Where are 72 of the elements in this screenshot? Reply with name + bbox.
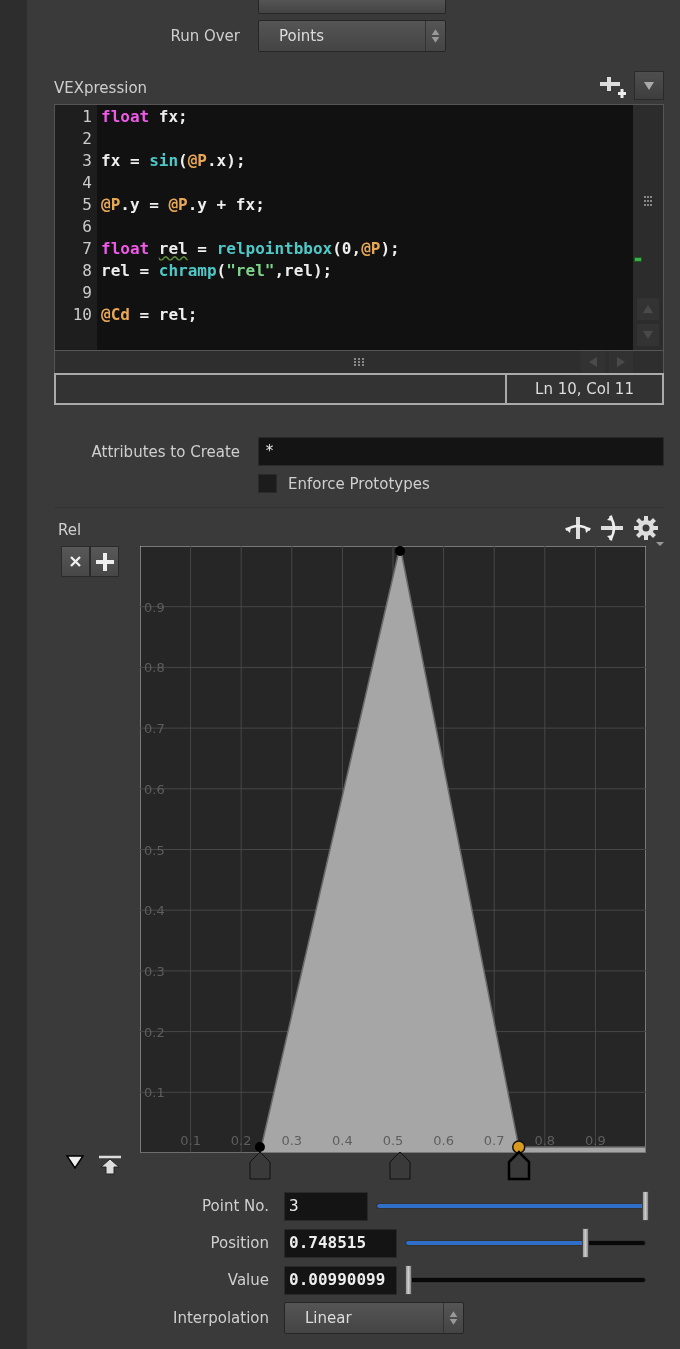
line-number: 7 [81,238,93,260]
cursor-position: Ln 10, Col 11 [505,375,662,403]
parameter-label: Run Over [169,27,240,45]
x-tick-label: 0.2 [230,1133,252,1148]
grip-icon [644,196,652,206]
control-point[interactable] [254,1142,265,1152]
x-tick-label: 0.9 [585,1133,606,1148]
dropdown[interactable]: Points [258,20,446,52]
flip-horizontal-icon[interactable] [564,514,592,542]
x-tick-label: 0.5 [382,1133,404,1148]
checkbox-label: Enforce Prototypes [288,474,430,493]
push-up-icon[interactable] [98,1155,122,1175]
grip-icon [354,358,364,366]
y-tick-label: 0.3 [144,963,165,979]
line-number: 1 [81,106,93,128]
y-tick-label: 0.5 [144,842,165,858]
triangle-down-icon[interactable] [66,1155,84,1169]
parameter-label: Value [226,1271,269,1289]
checkbox[interactable] [258,474,277,493]
x-tick-label: 0.7 [483,1133,505,1148]
parameter-label: Point No. [201,1197,269,1215]
code-line: @P.y = @P.y + fx; [101,194,266,216]
ramp-key-handle[interactable] [388,1150,413,1181]
section-label: VEXpression [54,79,148,97]
x-tick-label: 0.4 [332,1133,353,1148]
ramp-key-handle[interactable] [247,1150,272,1181]
number-field[interactable]: 0.00990099 [284,1265,397,1295]
field-label: Attributes to Create [90,442,240,461]
ramp-label: Rel [58,521,82,539]
code-editor[interactable]: 1 2 3 4 5 6 7 8 9 10 float fx; fx = sin(@P.x); @P.y = @P.y + fx; float rel = relpointbbox(0,@P); rel = chramp("rel",rel); @Cd = rel; [54,104,664,351]
ramp-key-handle[interactable] [506,1150,531,1181]
y-tick-label: 0.6 [144,781,165,797]
plus-icon [95,552,114,571]
line-number: 9 [81,282,93,304]
y-tick-label: 0.1 [144,1085,165,1101]
change-marker [634,257,642,262]
line-number: 5 [81,194,93,216]
parameter-label: Interpolation [172,1309,269,1327]
add-button[interactable] [90,546,119,577]
x-tick-label: 0.8 [534,1133,556,1148]
number-field[interactable]: 0.748515 [284,1228,397,1258]
input-field[interactable]: * [258,437,664,466]
code-line: rel = chramp("rel",rel); [101,260,334,282]
x-tick-label: 0.6 [433,1133,454,1148]
code-line: @Cd = rel; [101,304,199,326]
caret-icon [644,81,654,90]
flip-vertical-icon[interactable] [598,514,626,542]
line-number: 3 [81,150,93,172]
y-tick-label: 0.8 [144,660,165,676]
line-number: 2 [81,128,93,150]
code-line: float rel = relpointbbox(0,@P); [101,238,400,260]
close-icon [70,556,81,567]
x-tick-label: 0.1 [180,1133,201,1148]
code-line: fx = sin(@P.x); [101,150,247,172]
control-point[interactable] [395,546,406,556]
dropdown[interactable]: Linear [284,1302,464,1334]
line-number: 10 [71,304,93,326]
parameter-label: Position [209,1234,269,1252]
settings-icon[interactable] [632,514,664,546]
line-number: 8 [81,260,93,282]
x-tick-label: 0.3 [281,1133,303,1148]
menu-button[interactable] [634,71,664,100]
y-tick-label: 0.9 [144,599,165,615]
y-tick-label: 0.2 [144,1024,165,1040]
delete-button[interactable] [61,546,90,577]
control-point[interactable] [512,1140,526,1153]
y-tick-label: 0.7 [144,721,165,737]
line-number: 6 [81,216,93,238]
code-line: float fx; [101,106,189,128]
y-tick-label: 0.4 [144,903,165,919]
number-field[interactable]: 3 [284,1191,368,1221]
line-number: 4 [81,172,93,194]
